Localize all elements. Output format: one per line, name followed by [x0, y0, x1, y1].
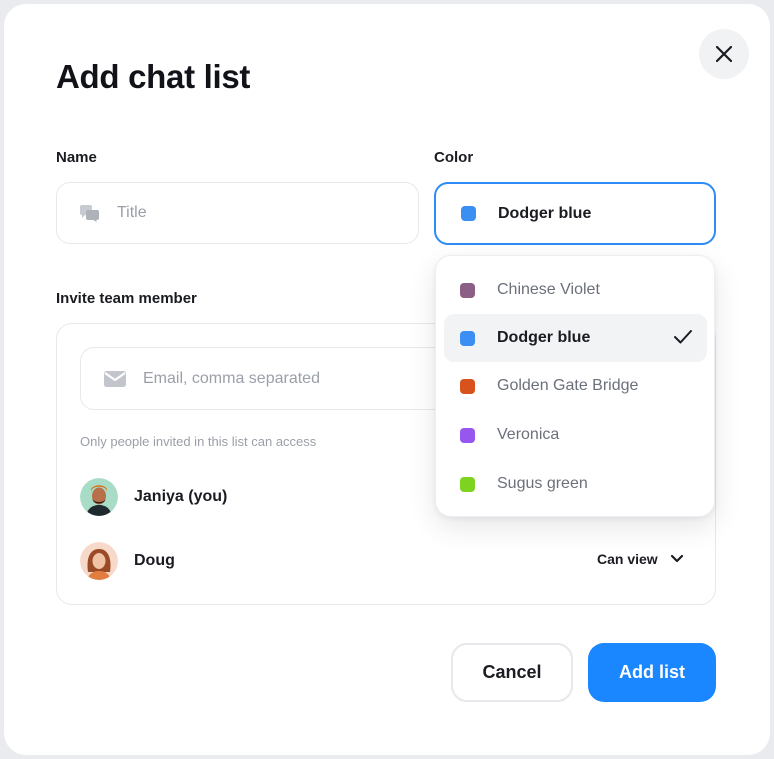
- color-select-value: Dodger blue: [498, 204, 592, 222]
- name-placeholder: Title: [117, 204, 147, 221]
- member-name: Doug: [134, 552, 175, 569]
- name-field[interactable]: Title: [56, 182, 419, 244]
- checkmark-icon: [674, 330, 692, 344]
- close-icon: [715, 45, 733, 63]
- member-row: Janiya (you): [80, 478, 227, 516]
- permission-select[interactable]: Can view: [597, 551, 684, 567]
- color-option-dodger-blue[interactable]: Dodger blue: [444, 314, 707, 362]
- color-option-label: Chinese Violet: [497, 281, 600, 298]
- permission-value: Can view: [597, 551, 658, 567]
- close-button[interactable]: [699, 29, 749, 79]
- color-swatch: [460, 378, 475, 394]
- name-label: Name: [56, 149, 97, 166]
- chevron-down-icon: [670, 554, 683, 563]
- color-swatch: [460, 427, 475, 443]
- color-swatch: [461, 206, 476, 221]
- color-swatch: [460, 476, 475, 492]
- color-label: Color: [434, 149, 474, 166]
- color-swatch: [460, 282, 475, 298]
- member-name: Janiya (you): [134, 488, 228, 505]
- chat-bubbles-icon: [80, 205, 99, 223]
- color-option-golden-gate-bridge[interactable]: Golden Gate Bridge: [444, 362, 707, 410]
- color-select[interactable]: Dodger blue: [434, 182, 716, 245]
- invite-label: Invite team member: [56, 290, 197, 307]
- member-row: Doug: [80, 542, 175, 580]
- color-swatch: [460, 330, 475, 346]
- color-option-chinese-violet[interactable]: Chinese Violet: [444, 266, 707, 314]
- envelope-icon: [104, 370, 126, 387]
- color-option-label: Dodger blue: [497, 329, 591, 346]
- color-option-label: Veronica: [497, 426, 560, 443]
- color-option-label: Sugus green: [497, 475, 588, 492]
- color-option-sugus-green[interactable]: Sugus green: [444, 460, 707, 508]
- color-dropdown: Chinese Violet Dodger blue Golden Gate B…: [435, 255, 715, 517]
- color-option-label: Golden Gate Bridge: [497, 377, 639, 394]
- dialog-title: Add chat list: [56, 58, 251, 95]
- email-input[interactable]: [143, 369, 443, 388]
- color-option-veronica[interactable]: Veronica: [444, 411, 707, 459]
- avatar: [80, 478, 118, 516]
- access-hint: Only people invited in this list can acc…: [80, 434, 317, 449]
- add-list-button[interactable]: Add list: [588, 643, 716, 702]
- avatar: [80, 542, 118, 580]
- cancel-button[interactable]: Cancel: [451, 643, 573, 702]
